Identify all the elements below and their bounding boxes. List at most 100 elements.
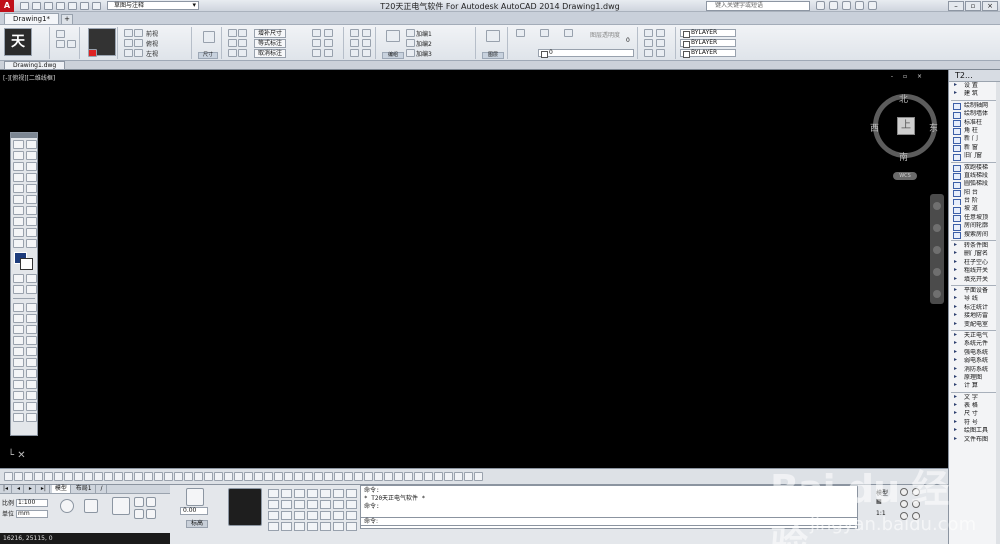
toolbar-tool-icon[interactable] (404, 472, 413, 481)
panel-menu-item[interactable]: 搜索房间 (949, 231, 1000, 240)
settings-icon[interactable] (134, 497, 144, 507)
dim-tool-icon[interactable] (324, 49, 333, 57)
tool-icon[interactable] (350, 29, 359, 37)
status-tool-icon[interactable] (346, 522, 357, 531)
panel-title[interactable]: T2... (949, 70, 1000, 82)
copy-tool-icon[interactable] (13, 162, 24, 171)
view-icon[interactable] (134, 29, 143, 37)
panel-menu-item[interactable]: 建 筑 (949, 90, 1000, 98)
dim-tool-icon[interactable] (312, 29, 321, 37)
status-tool-icon[interactable] (346, 511, 357, 520)
join-tool-icon[interactable] (26, 228, 37, 237)
calculator-icon[interactable] (228, 488, 262, 526)
elevation-field[interactable]: 0.00 (180, 507, 208, 515)
property-icon[interactable] (656, 39, 665, 47)
array-tool-icon[interactable] (26, 239, 37, 248)
settings-icon[interactable] (146, 509, 156, 519)
polyline-tool-icon[interactable] (13, 314, 24, 323)
toolbar-tool-icon[interactable] (284, 472, 293, 481)
status-tool-icon[interactable] (281, 522, 292, 531)
tray-icon[interactable] (912, 488, 920, 496)
tray-icon[interactable] (900, 512, 908, 520)
zoom-icon[interactable] (933, 246, 941, 254)
toolbar-tool-icon[interactable] (394, 472, 403, 481)
panel-menu-item[interactable]: 弱电系统 (949, 357, 1000, 365)
dim-tool-icon[interactable] (312, 49, 321, 57)
maximize-button[interactable]: ▫ (965, 1, 981, 11)
line-tool-icon[interactable] (13, 303, 24, 312)
offset-tool-icon[interactable] (13, 173, 24, 182)
pencil-tool-icon[interactable] (26, 140, 37, 149)
panel-menu-item[interactable]: 旧门窗 (949, 152, 1000, 161)
panel-menu-item[interactable]: 填充开关 (949, 276, 1000, 284)
erase-tool-icon[interactable] (13, 239, 24, 248)
toolbar-tool-icon[interactable] (434, 472, 443, 481)
status-tool-icon[interactable] (294, 489, 305, 498)
toolbar-tool-icon[interactable] (274, 472, 283, 481)
panel-menu-item[interactable]: 双跑楼梯 (949, 164, 1000, 172)
search-icon[interactable] (816, 1, 825, 10)
viewcube-south[interactable]: 南 (899, 150, 908, 163)
tool-icon[interactable] (362, 39, 371, 47)
help-icon[interactable] (868, 1, 877, 10)
panel-menu-item[interactable]: 计 算 (949, 382, 1000, 390)
toolbar-tool-icon[interactable] (164, 472, 173, 481)
orbit-icon[interactable] (933, 268, 941, 276)
status-tool-icon[interactable] (268, 500, 279, 509)
toolbar-tool-icon[interactable] (334, 472, 343, 481)
status-tool-icon[interactable] (281, 511, 292, 520)
status-tool-icon[interactable] (268, 511, 279, 520)
table-tool-icon[interactable] (26, 413, 37, 422)
status-tool-icon[interactable] (346, 489, 357, 498)
status-tool-icon[interactable] (333, 489, 344, 498)
tool-icon[interactable] (350, 39, 359, 47)
autocad-logo-icon[interactable]: A (0, 0, 14, 12)
mtext-tool-icon[interactable] (26, 402, 37, 411)
add-dimension-button[interactable]: 增补尺寸 (254, 29, 287, 38)
dim-tool-icon[interactable] (324, 39, 333, 47)
text-style-icon[interactable] (13, 413, 24, 422)
toolbar-tool-icon[interactable] (224, 472, 233, 481)
new-tab-button[interactable]: + (61, 14, 74, 24)
dim-tool-icon[interactable] (238, 39, 247, 47)
panel-menu-item[interactable]: 强电系统 (949, 349, 1000, 357)
toolbar-tool-icon[interactable] (124, 472, 133, 481)
toolbar-tool-icon[interactable] (454, 472, 463, 481)
nav-last-icon[interactable]: ▸| (38, 485, 50, 493)
toolbar-tool-icon[interactable] (44, 472, 53, 481)
size-button[interactable]: 尺寸 (198, 52, 218, 59)
file-tab-drawing1[interactable]: Drawing1.dwg (4, 61, 66, 70)
group-button[interactable]: 编组 (382, 52, 404, 59)
viewcube-north[interactable]: 北 (899, 92, 908, 105)
status-tool-icon[interactable] (333, 511, 344, 520)
make-block-icon[interactable] (26, 369, 37, 378)
view-icon[interactable] (124, 49, 133, 57)
toolbar-tool-icon[interactable] (144, 472, 153, 481)
status-tool-icon[interactable] (320, 511, 331, 520)
new-file-icon[interactable] (20, 1, 29, 10)
toolbar-tool-icon[interactable] (114, 472, 123, 481)
toolbar-tool-icon[interactable] (194, 472, 203, 481)
globe-icon[interactable] (60, 499, 74, 513)
layer-tool-icon[interactable] (564, 29, 573, 37)
save-icon[interactable] (44, 1, 53, 10)
tray-scale-label[interactable]: 1:1 (876, 510, 886, 517)
panel-menu-item[interactable]: 符 号 (949, 419, 1000, 427)
panel-menu-item[interactable]: 直线梯段 (949, 172, 1000, 181)
panel-menu-item[interactable]: 绘制轴网 (949, 102, 1000, 111)
dim-tool-icon[interactable] (228, 39, 237, 47)
view-left[interactable]: 左视 (146, 49, 158, 58)
property-icon[interactable] (656, 49, 665, 57)
status-tool-icon[interactable] (346, 500, 357, 509)
toolbar-tool-icon[interactable] (174, 472, 183, 481)
lineweight-dropdown[interactable]: BYLAYER (680, 49, 736, 58)
tray-grid-label[interactable]: ▦ (876, 498, 882, 505)
toolbar-tool-icon[interactable] (474, 472, 483, 481)
panel-menu-item[interactable]: 新 窗 (949, 144, 1000, 153)
toolbar-tool-icon[interactable] (464, 472, 473, 481)
status-tool-icon[interactable] (294, 500, 305, 509)
color-swatch[interactable] (14, 252, 34, 270)
property-icon[interactable] (644, 49, 653, 57)
panel-menu-item[interactable]: 台 阶 (949, 197, 1000, 206)
property-icon[interactable] (656, 29, 665, 37)
